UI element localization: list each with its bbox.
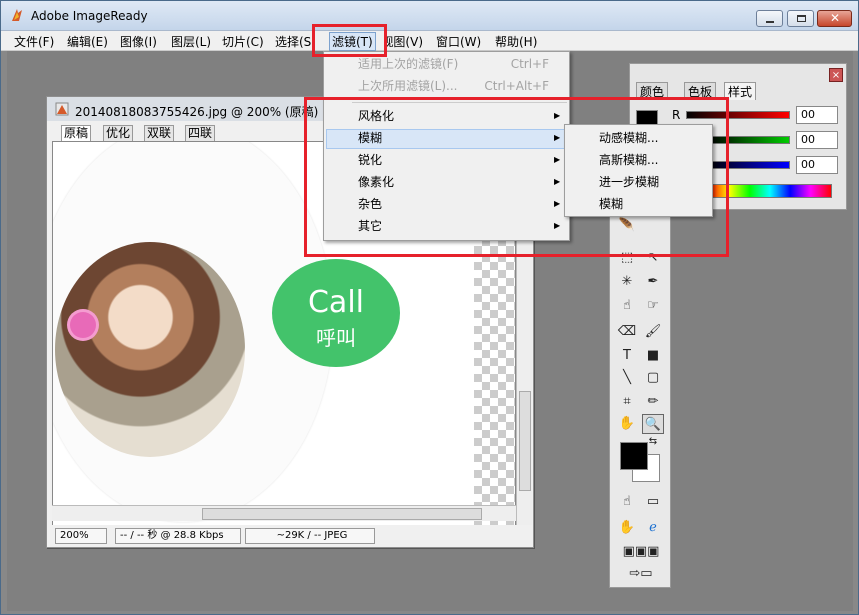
shortcut-apply-last-filter: Ctrl+F	[510, 57, 549, 71]
preview-document-icon[interactable]: ▭	[642, 492, 664, 512]
highlight-box-filter-menu	[312, 24, 387, 57]
download-speed-select[interactable]: -- / -- 秒 @ 28.8 Kbps	[115, 528, 241, 544]
hand-tool-icon[interactable]: ✋	[616, 414, 638, 434]
menu-edit[interactable]: 编辑(E)	[67, 33, 108, 50]
preview-in-browser-icon[interactable]: ℯ	[642, 518, 664, 538]
red-value-field[interactable]: 00	[796, 106, 838, 124]
menu-image[interactable]: 图像(I)	[120, 33, 157, 50]
maximize-icon	[797, 15, 806, 22]
rounded-rectangle-tool-icon[interactable]: ▢	[642, 368, 664, 388]
line-tool-icon[interactable]: ╲	[616, 368, 638, 388]
highlight-box-blur-submenu	[304, 97, 729, 257]
crop-tool-icon[interactable]: ⌗	[616, 392, 638, 412]
blue-value-field[interactable]: 00	[796, 156, 838, 174]
call-badge: Call 呼叫	[272, 259, 400, 367]
menu-slice[interactable]: 切片(C)	[222, 33, 264, 50]
magic-wand-tool-icon[interactable]: ✳	[616, 272, 638, 292]
app-window: Adobe ImageReady ✕ 文件(F) 编辑(E) 图像(I) 图层(…	[0, 0, 859, 615]
horizontal-scroll-thumb[interactable]	[202, 508, 482, 520]
eraser-tool-icon[interactable]: ⌫	[616, 322, 638, 342]
eyedropper-tool-icon[interactable]: ✒	[642, 272, 664, 292]
menu-view[interactable]: 视图(V)	[385, 33, 423, 50]
menu-bar: 文件(F) 编辑(E) 图像(I) 图层(L) 切片(C) 选择(S) 滤镜(T…	[1, 31, 858, 51]
screen-mode-icons[interactable]: ▣▣▣	[616, 542, 666, 562]
shortcut-last-filter-dialog: Ctrl+Alt+F	[484, 79, 549, 93]
menu-item-apply-last-filter[interactable]: 适用上次的滤镜(F)	[358, 54, 458, 74]
file-size-select[interactable]: ~29K / -- JPEG	[245, 528, 375, 544]
rollover-preview-icon[interactable]: ☝	[616, 492, 638, 512]
close-button[interactable]: ✕	[817, 10, 852, 27]
zoom-tool-icon[interactable]: 🔍	[642, 414, 664, 434]
minimize-button[interactable]	[756, 10, 783, 27]
rectangle-tool-icon[interactable]: ■	[642, 346, 664, 366]
title-bar: Adobe ImageReady ✕	[1, 1, 858, 31]
maximize-button[interactable]	[787, 10, 814, 27]
image-map-select-tool-icon[interactable]: ☞	[642, 296, 664, 316]
close-icon: ×	[831, 70, 841, 81]
menu-file[interactable]: 文件(F)	[14, 33, 54, 50]
document-icon	[55, 102, 69, 116]
zoom-select[interactable]: 200%	[55, 528, 107, 544]
swap-colors-icon[interactable]: ⇆	[646, 436, 660, 448]
portrait-photo	[55, 242, 245, 457]
eyedropper-icon[interactable]: ✏	[642, 392, 664, 412]
menu-item-last-filter-dialog[interactable]: 上次所用滤镜(L)...	[358, 76, 458, 96]
tab-optimized[interactable]: 优化	[103, 125, 134, 141]
status-bar: 200% -- / -- 秒 @ 28.8 Kbps ~29K / -- JPE…	[47, 525, 533, 547]
minimize-icon	[766, 21, 774, 23]
call-subtext: 呼叫	[316, 326, 356, 350]
image-map-tool-icon[interactable]: ☝	[616, 296, 638, 316]
jump-to-app-icon[interactable]: ⇨▭	[616, 564, 666, 584]
brush-tool-icon[interactable]: 🖌	[642, 322, 664, 342]
close-icon: ✕	[830, 11, 841, 25]
jump-to-photoshop-icon[interactable]: ✋	[616, 518, 638, 538]
tab-original[interactable]: 原稿	[61, 125, 92, 141]
document-title: 20140818083755426.jpg @ 200% (原稿)	[75, 105, 319, 119]
adobe-imageready-logo-icon	[12, 9, 22, 21]
tab-4up[interactable]: 四联	[185, 125, 216, 141]
flower-graphic	[70, 312, 96, 338]
menu-layer[interactable]: 图层(L)	[171, 33, 211, 50]
foreground-color-swatch[interactable]	[620, 442, 648, 470]
tab-2up[interactable]: 双联	[144, 125, 175, 141]
menu-help[interactable]: 帮助(H)	[495, 33, 537, 50]
type-tool-icon[interactable]: T	[616, 346, 638, 366]
app-title: Adobe ImageReady	[31, 9, 148, 23]
panel-close-button[interactable]: ×	[829, 68, 843, 82]
green-value-field[interactable]: 00	[796, 131, 838, 149]
vertical-scroll-thumb[interactable]	[519, 391, 531, 491]
call-text: Call	[307, 285, 364, 320]
menu-window[interactable]: 窗口(W)	[436, 33, 481, 50]
horizontal-scrollbar[interactable]	[52, 505, 516, 521]
